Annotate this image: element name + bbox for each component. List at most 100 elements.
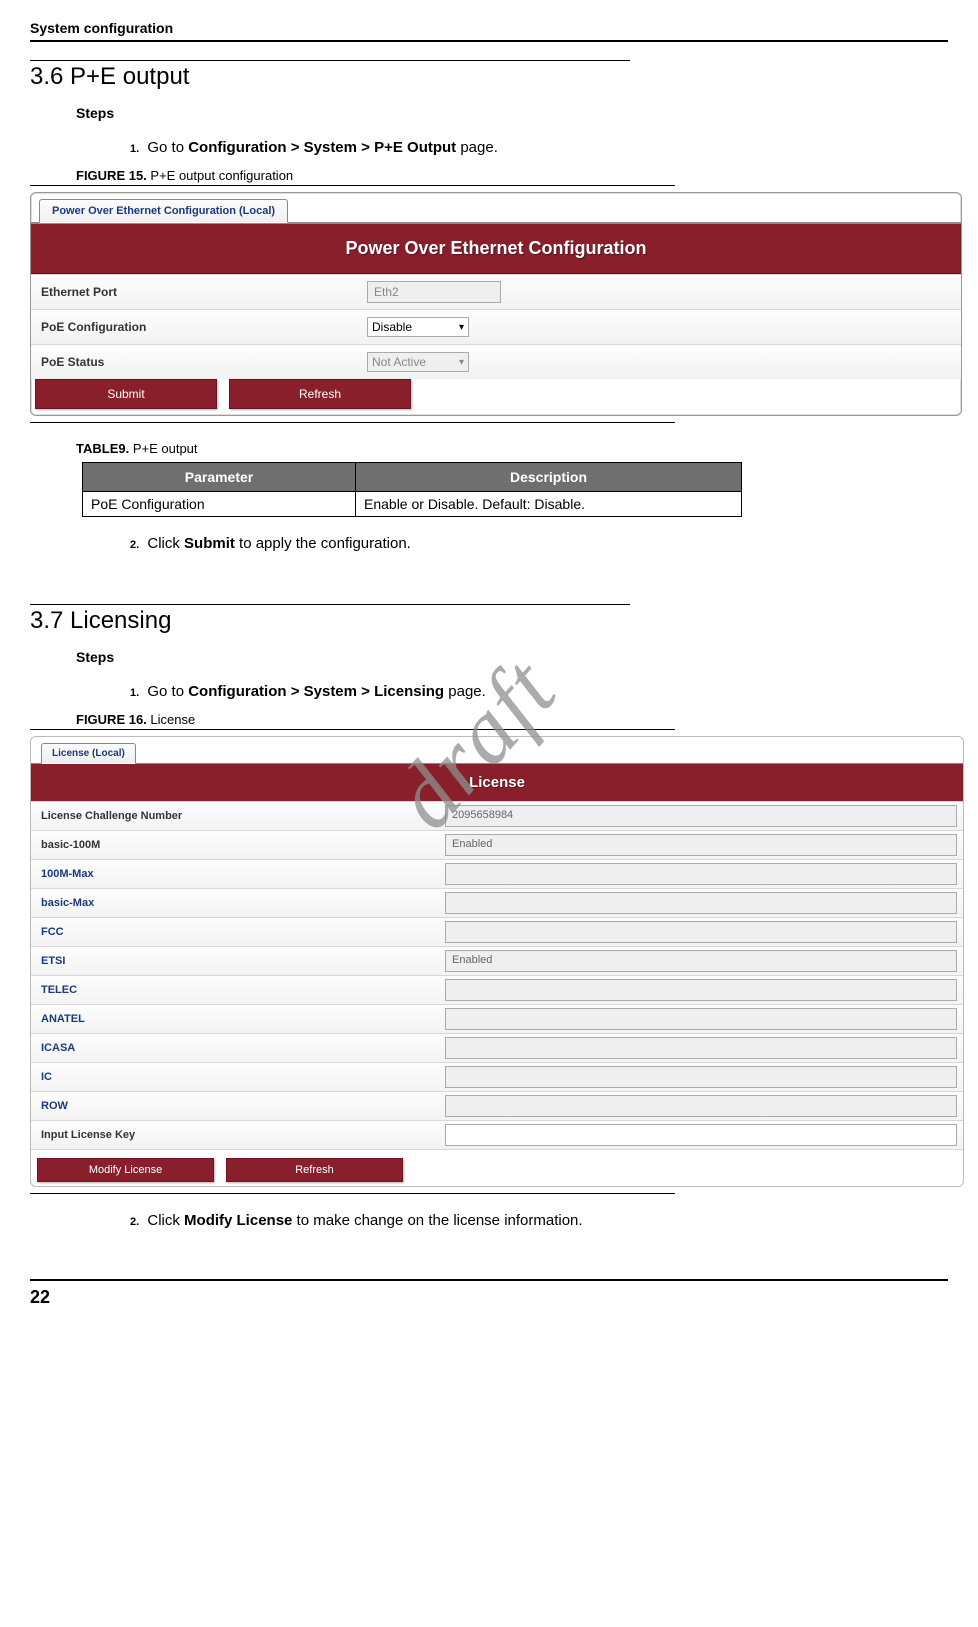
ethernet-port-input: Eth2 [367,281,501,303]
poe-config-row: PoE Configuration Disable ▾ [31,309,961,344]
submit-button[interactable]: Submit [35,379,217,409]
figure-16-caption: FIGURE 16. License [76,712,948,727]
step-text-pre: Click [147,535,184,552]
poe-status-select: Not Active ▾ [367,352,469,372]
license-row: TELEC [31,975,963,1004]
td-parameter: PoE Configuration [83,492,356,517]
select-value: Disable [372,320,412,334]
table-label: TABLE9. [76,441,129,456]
license-value-display [445,979,957,1001]
td-description: Enable or Disable. Default: Disable. [356,492,742,517]
license-row-label: ICASA [31,1038,445,1058]
figure-caption-text: P+E output configuration [147,168,293,183]
modify-license-button[interactable]: Modify License [37,1158,214,1182]
table-row: PoE Configuration Enable or Disable. Def… [83,492,742,517]
steps-label: Steps [76,105,948,121]
figure-rule [30,185,675,186]
step-number: 1. [130,687,139,699]
step-number: 2. [130,1216,139,1228]
license-value-display [445,1095,957,1117]
license-row: FCC [31,917,963,946]
poe-config-select[interactable]: Disable ▾ [367,317,469,337]
license-row: ETSIEnabled [31,946,963,975]
license-value-display [445,1008,957,1030]
figure-label: FIGURE 15. [76,168,147,183]
license-row: ROW [31,1091,963,1120]
step-text-bold: Configuration > System > Licensing [188,683,444,700]
table-9: Parameter Description PoE Configuration … [82,462,742,517]
license-row: License Challenge Number2095658984 [31,801,963,830]
refresh-button[interactable]: Refresh [229,379,411,409]
step-1: 1. Go to Configuration > System > P+E Ou… [130,139,948,156]
license-value-display: 2095658984 [445,805,957,827]
license-row-label: basic-Max [31,893,445,913]
license-row-label: ANATEL [31,1009,445,1029]
section-rule [30,60,630,61]
poe-config-panel: Power Over Ethernet Configuration (Local… [30,192,962,416]
step-text-bold: Modify License [184,1212,292,1229]
figure-rule [30,1193,675,1194]
footer-rule [30,1279,948,1281]
running-header: System configuration [30,20,948,36]
step-text-post: to apply the configuration. [235,535,411,552]
ethernet-port-label: Ethernet Port [31,279,361,305]
license-row: 100M-Max [31,859,963,888]
license-row-label: ETSI [31,951,445,971]
license-row-label: FCC [31,922,445,942]
license-row-label: IC [31,1067,445,1087]
poe-config-label: PoE Configuration [31,314,361,340]
license-row: IC [31,1062,963,1091]
step-text-bold: Configuration > System > P+E Output [188,139,456,156]
table-9-caption: TABLE9. P+E output [76,441,948,456]
license-row-label: Input License Key [31,1125,445,1145]
license-row: Input License Key [31,1120,963,1150]
step-text-bold: Submit [184,535,235,552]
th-description: Description [356,463,742,492]
step-number: 2. [130,539,139,551]
poe-status-label: PoE Status [31,349,361,375]
figure-label: FIGURE 16. [76,712,147,727]
step-text-post: page. [456,139,498,156]
section-3-6-title: 3.6 P+E output [30,63,948,91]
license-row: ANATEL [31,1004,963,1033]
step-1: 1. Go to Configuration > System > Licens… [130,683,948,700]
license-row-label: ROW [31,1096,445,1116]
page-number: 22 [30,1287,948,1308]
license-row-label: basic-100M [31,835,445,855]
section-rule [30,604,630,605]
license-value-display: Enabled [445,834,957,856]
chevron-down-icon: ▾ [459,322,464,333]
step-text-post: page. [444,683,486,700]
step-2: 2. Click Submit to apply the configurati… [130,535,948,552]
ethernet-port-row: Ethernet Port Eth2 [31,274,961,309]
section-3-7-title: 3.7 Licensing [30,607,948,635]
step-text-pre: Go to [147,683,188,700]
license-row: basic-100MEnabled [31,830,963,859]
license-row-label: License Challenge Number [31,806,445,826]
table-caption-text: P+E output [129,441,197,456]
license-panel: License (Local) License License Challeng… [30,736,964,1187]
license-row: ICASA [31,1033,963,1062]
header-rule [30,40,948,42]
figure-15-caption: FIGURE 15. P+E output configuration [76,168,948,183]
panel-tab[interactable]: License (Local) [41,743,136,764]
license-key-input[interactable] [445,1124,957,1146]
step-text-pre: Go to [147,139,188,156]
step-2: 2. Click Modify License to make change o… [130,1212,948,1229]
panel-title: Power Over Ethernet Configuration [31,223,961,274]
license-value-display [445,921,957,943]
step-text-pre: Click [147,1212,184,1229]
license-value-display: Enabled [445,950,957,972]
th-parameter: Parameter [83,463,356,492]
poe-status-row: PoE Status Not Active ▾ [31,344,961,379]
license-value-display [445,863,957,885]
license-row-label: TELEC [31,980,445,1000]
step-number: 1. [130,143,139,155]
figure-caption-text: License [147,712,195,727]
license-value-display [445,892,957,914]
figure-rule [30,729,675,730]
step-text-post: to make change on the license informatio… [292,1212,582,1229]
select-value: Not Active [372,355,426,369]
refresh-button[interactable]: Refresh [226,1158,403,1182]
panel-tab[interactable]: Power Over Ethernet Configuration (Local… [39,199,288,223]
